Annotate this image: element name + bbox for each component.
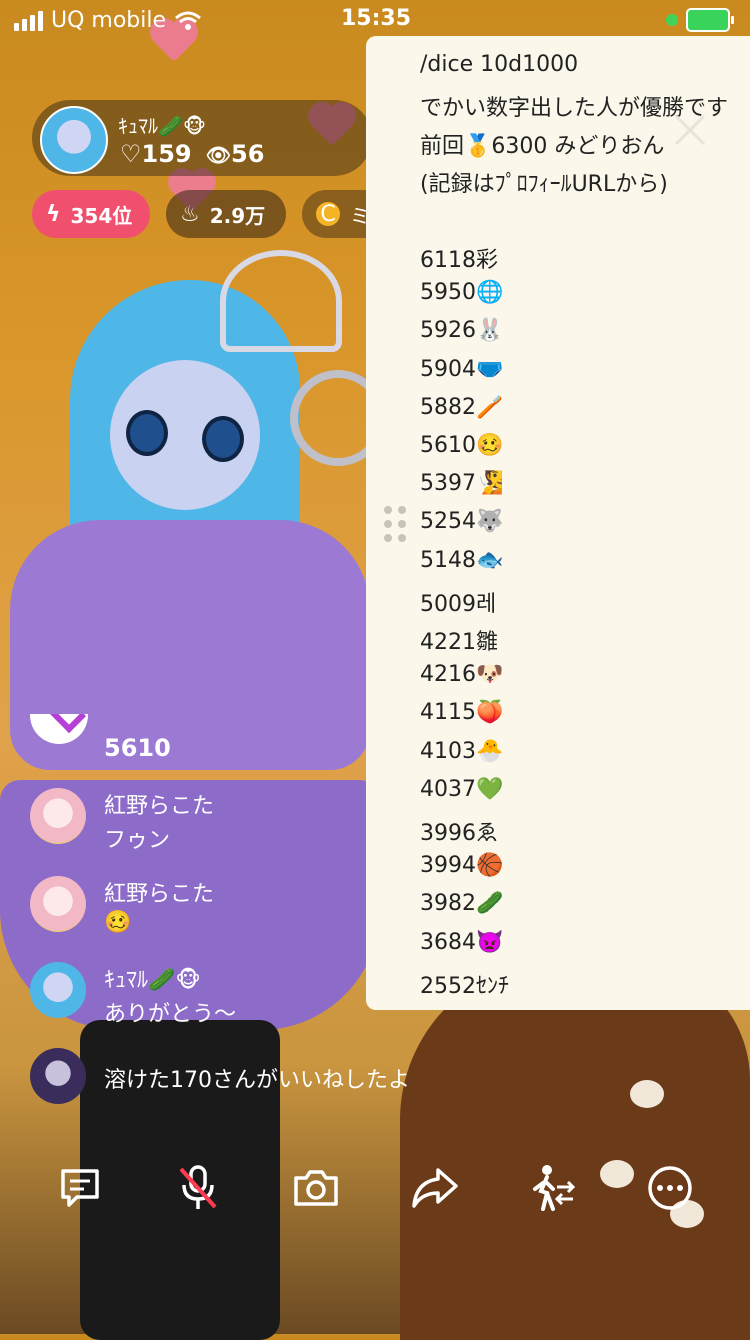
chat-avatar[interactable] xyxy=(30,1048,86,1104)
score-entry: 4103🐣 xyxy=(420,738,504,764)
score-entry: 2552ｾﾝﾁ xyxy=(420,973,509,999)
collab-button[interactable] xyxy=(522,1158,582,1218)
score-entry: 5397🧏 xyxy=(420,471,504,497)
status-bar: UQ mobile 15:35 xyxy=(0,0,750,40)
score-entry: 4037💚 xyxy=(420,776,504,802)
lightning-icon: ϟ xyxy=(46,201,61,227)
host-name: ｷｭﾏﾙ🥒🐵 xyxy=(118,114,207,138)
score-entry: 5009레 xyxy=(420,591,497,617)
score-entry: 3982🥒 xyxy=(420,891,504,917)
chat-message: 5610 xyxy=(104,734,171,762)
coin-icon: C xyxy=(316,202,340,227)
score-entry: 5950🌐 xyxy=(420,280,504,306)
carrier-label: UQ mobile xyxy=(51,8,167,33)
avatar-face xyxy=(110,360,260,510)
chat-username[interactable]: ｷｭﾏﾙ🥒🐵 xyxy=(104,962,201,994)
viewers: 👁56 xyxy=(206,140,265,168)
chat-username[interactable]: 紅野らこた xyxy=(104,876,214,908)
likes-count: ♡159 xyxy=(120,140,192,168)
fans-label: 2.9万 xyxy=(209,203,266,228)
score-entry: 5148🐟 xyxy=(420,547,504,573)
camera-icon xyxy=(294,1170,338,1206)
score-entry: 5882🪥 xyxy=(420,394,504,420)
close-icon[interactable] xyxy=(670,110,710,150)
signal-icon xyxy=(14,10,43,31)
clock: 15:35 xyxy=(341,6,412,31)
rank-badge[interactable]: ϟ 354位 xyxy=(32,190,150,238)
crown-decoration xyxy=(220,250,342,352)
host-info[interactable]: ｷｭﾏﾙ🥒🐵 ♡159 👁56 xyxy=(32,100,372,176)
avatar-hair xyxy=(70,280,300,580)
chat-username[interactable]: 紅野らこた xyxy=(104,788,214,820)
chat-avatar[interactable] xyxy=(30,962,86,1018)
score-entry: 3996ゑ xyxy=(420,821,498,846)
host-avatar[interactable] xyxy=(40,106,108,174)
mic-muted-icon xyxy=(179,1165,217,1209)
score-entry: 3994🏀 xyxy=(420,853,504,879)
viewers-count: 56 xyxy=(231,140,265,168)
drag-handle[interactable] xyxy=(384,506,406,542)
flame-icon: ♨ xyxy=(180,201,200,227)
score-entry: 4216🐶 xyxy=(420,662,504,688)
dice-panel[interactable]: /dice 10d1000 でかい数字出した人が優勝です 前回🥇6300 みどり… xyxy=(366,36,750,1010)
score-entry: 5610🥴 xyxy=(420,433,504,458)
battery-icon xyxy=(686,8,734,32)
more-button[interactable] xyxy=(640,1158,700,1218)
more-icon xyxy=(648,1166,692,1210)
mic-toggle-button[interactable] xyxy=(168,1158,228,1218)
chat-avatar[interactable] xyxy=(30,788,86,844)
score-entry: 4221雛 xyxy=(420,630,498,655)
collab-icon xyxy=(533,1165,576,1211)
comment-button[interactable] xyxy=(50,1158,110,1218)
fans-badge[interactable]: ♨ 2.9万 xyxy=(166,190,286,238)
comment-icon xyxy=(61,1169,99,1207)
dice-command: /dice 10d1000 xyxy=(420,52,579,77)
record-note: (記録はﾌﾟﾛﾌｨｰﾙURLから) xyxy=(420,172,668,197)
share-icon xyxy=(412,1168,458,1208)
chat-item: 溶けた170さんがいいねしたよ xyxy=(30,1048,470,1108)
bottom-toolbar xyxy=(0,1150,750,1230)
camera-button[interactable] xyxy=(286,1158,346,1218)
like-notification: 溶けた170さんがいいねしたよ xyxy=(104,1068,410,1093)
score-entry: 5254🐺 xyxy=(420,509,504,535)
chat-message: フゥン xyxy=(104,828,171,853)
score-entry: 5904🩲 xyxy=(420,356,504,382)
chat-message: ありがとう～ xyxy=(104,1002,237,1027)
share-button[interactable] xyxy=(404,1158,464,1218)
score-entry: 3684👿 xyxy=(420,929,504,955)
camera-in-use-indicator xyxy=(666,14,678,26)
wifi-icon xyxy=(175,11,201,30)
score-entry: 4115🍑 xyxy=(420,700,504,726)
eye-icon: 👁 xyxy=(205,143,232,167)
chat-avatar[interactable] xyxy=(30,876,86,932)
rank-label: 354位 xyxy=(70,203,133,228)
chat-message: 🥴 xyxy=(104,910,132,935)
chat-avatar[interactable] xyxy=(30,714,88,744)
previous-winner: 前回🥇6300 みどりおん xyxy=(420,134,665,159)
score-entry: 5926🐰 xyxy=(420,318,504,344)
score-entry: 6118彩 xyxy=(420,248,498,273)
